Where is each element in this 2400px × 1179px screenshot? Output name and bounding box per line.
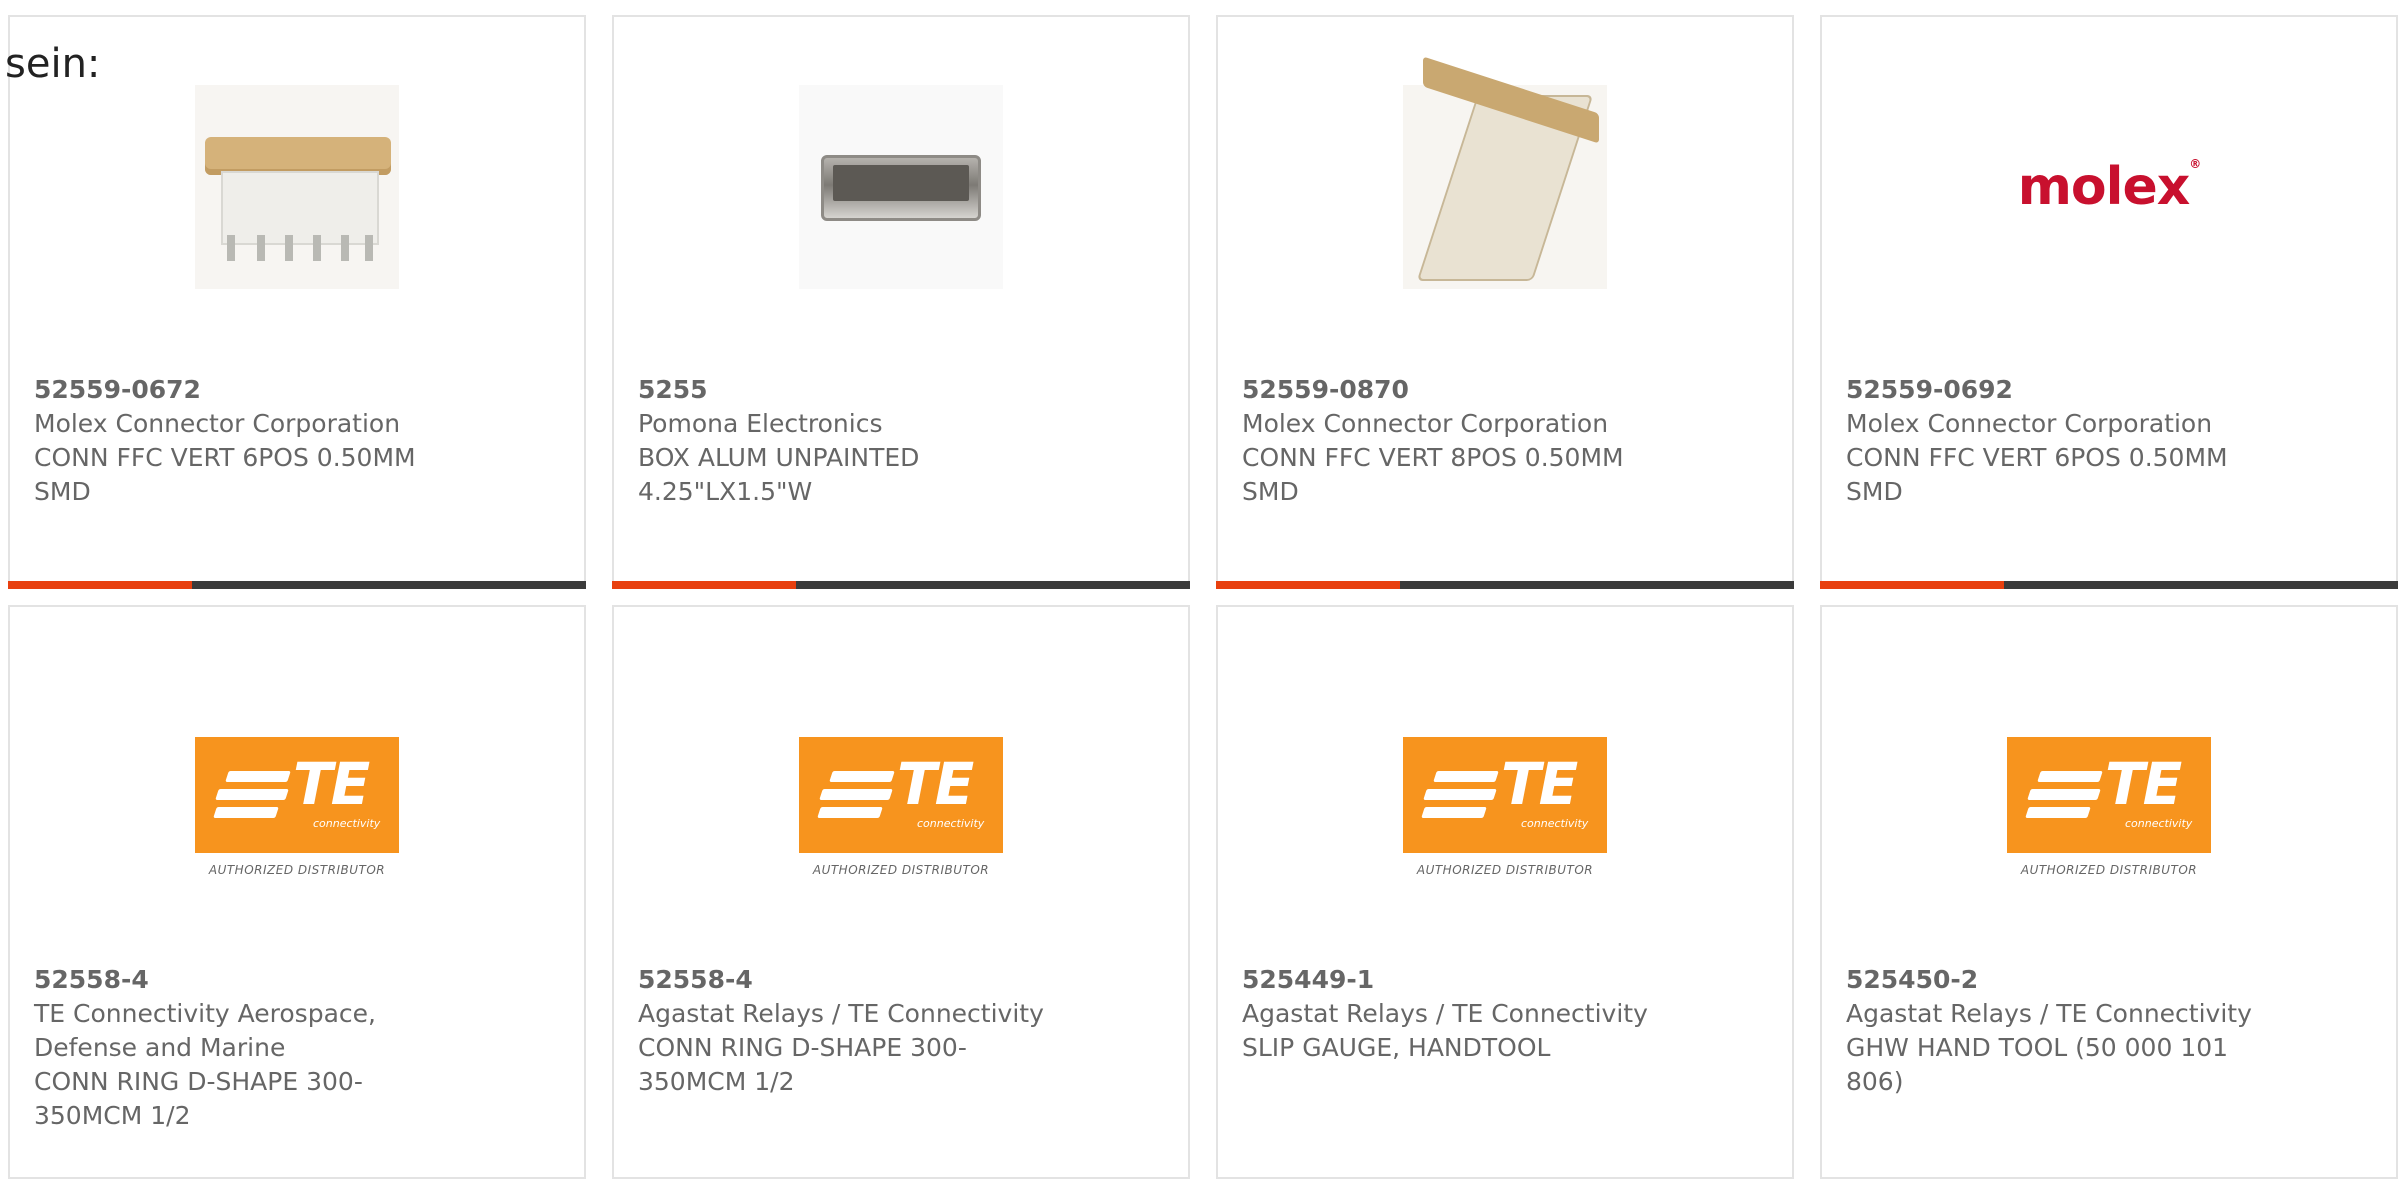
product-info: 52558-4 TE Connectivity Aerospace, Defen…: [34, 963, 454, 1133]
product-image[interactable]: [1403, 56, 1607, 289]
product-info: 525449-1 Agastat Relays / TE Connectivit…: [1242, 963, 1662, 1065]
description: CONN FFC VERT 6POS 0.50MM SMD: [1846, 443, 2228, 506]
card-footer-bar: [1820, 581, 2398, 589]
description: BOX ALUM UNPAINTED 4.25"LX1.5"W: [638, 443, 920, 506]
product-image[interactable]: [195, 85, 399, 289]
product-card[interactable]: 52559-0672 Molex Connector Corporation C…: [8, 15, 586, 589]
manufacturer: Agastat Relays / TE Connectivity: [638, 999, 1044, 1028]
lead-text: sein:: [5, 41, 101, 87]
product-image[interactable]: TE connectivity AUTHORIZED DISTRIBUTOR: [2007, 705, 2211, 909]
te-connectivity-logo: TE connectivity AUTHORIZED DISTRIBUTOR: [2007, 737, 2211, 877]
card-accent-bar: [612, 581, 796, 589]
product-card[interactable]: 52559-0870 Molex Connector Corporation C…: [1216, 15, 1794, 589]
product-card[interactable]: 5255 Pomona Electronics BOX ALUM UNPAINT…: [612, 15, 1190, 589]
ffc-connector-photo: [195, 85, 399, 289]
te-connectivity-logo: TE connectivity AUTHORIZED DISTRIBUTOR: [195, 737, 399, 877]
manufacturer: Molex Connector Corporation: [1242, 409, 1609, 438]
description: CONN FFC VERT 6POS 0.50MM SMD: [34, 443, 416, 506]
description: CONN FFC VERT 8POS 0.50MM SMD: [1242, 443, 1624, 506]
part-number[interactable]: 5255: [638, 373, 1058, 407]
product-card[interactable]: molex® 52559-0692 Molex Connector Corpor…: [1820, 15, 2398, 589]
product-info: 52558-4 Agastat Relays / TE Connectivity…: [638, 963, 1058, 1099]
product-card[interactable]: TE connectivity AUTHORIZED DISTRIBUTOR 52…: [1820, 605, 2398, 1179]
product-image[interactable]: molex®: [2007, 85, 2211, 289]
product-card[interactable]: TE connectivity AUTHORIZED DISTRIBUTOR 52…: [8, 605, 586, 1179]
part-number[interactable]: 525450-2: [1846, 963, 2266, 997]
product-image[interactable]: TE connectivity AUTHORIZED DISTRIBUTOR: [195, 705, 399, 909]
description: GHW HAND TOOL (50 000 101 806): [1846, 1033, 2229, 1096]
product-info: 52559-0692 Molex Connector Corporation C…: [1846, 373, 2266, 509]
manufacturer: Molex Connector Corporation: [1846, 409, 2213, 438]
product-image[interactable]: [799, 85, 1003, 289]
card-accent-bar: [1216, 581, 1400, 589]
card-accent-bar: [1820, 581, 2004, 589]
part-number[interactable]: 52558-4: [34, 963, 454, 997]
manufacturer: Agastat Relays / TE Connectivity: [1846, 999, 2252, 1028]
product-card[interactable]: TE connectivity AUTHORIZED DISTRIBUTOR 52…: [612, 605, 1190, 1179]
aluminum-box-photo: [799, 85, 1003, 289]
card-accent-bar: [8, 581, 192, 589]
part-number[interactable]: 52558-4: [638, 963, 1058, 997]
manufacturer: Agastat Relays / TE Connectivity: [1242, 999, 1648, 1028]
part-number[interactable]: 52559-0692: [1846, 373, 2266, 407]
card-footer-bar: [612, 581, 1190, 589]
description: CONN RING D-SHAPE 300-350MCM 1/2: [34, 1067, 363, 1130]
product-info: 525450-2 Agastat Relays / TE Connectivit…: [1846, 963, 2266, 1099]
manufacturer: TE Connectivity Aerospace, Defense and M…: [34, 999, 376, 1062]
description: SLIP GAUGE, HANDTOOL: [1242, 1033, 1551, 1062]
product-card[interactable]: TE connectivity AUTHORIZED DISTRIBUTOR 52…: [1216, 605, 1794, 1179]
manufacturer: Molex Connector Corporation: [34, 409, 401, 438]
part-number[interactable]: 52559-0672: [34, 373, 454, 407]
product-image[interactable]: TE connectivity AUTHORIZED DISTRIBUTOR: [1403, 705, 1607, 909]
product-info: 5255 Pomona Electronics BOX ALUM UNPAINT…: [638, 373, 1058, 509]
card-footer-bar: [8, 581, 586, 589]
molex-logo: molex®: [2017, 157, 2202, 217]
part-number[interactable]: 525449-1: [1242, 963, 1662, 997]
part-number[interactable]: 52559-0870: [1242, 373, 1662, 407]
te-connectivity-logo: TE connectivity AUTHORIZED DISTRIBUTOR: [1403, 737, 1607, 877]
card-footer-bar: [1216, 581, 1794, 589]
te-connectivity-logo: TE connectivity AUTHORIZED DISTRIBUTOR: [799, 737, 1003, 877]
product-info: 52559-0672 Molex Connector Corporation C…: [34, 373, 454, 509]
ffc-connector-vertical-photo: [1403, 56, 1607, 289]
product-image[interactable]: TE connectivity AUTHORIZED DISTRIBUTOR: [799, 705, 1003, 909]
description: CONN RING D-SHAPE 300-350MCM 1/2: [638, 1033, 967, 1096]
manufacturer: Pomona Electronics: [638, 409, 883, 438]
product-info: 52559-0870 Molex Connector Corporation C…: [1242, 373, 1662, 509]
